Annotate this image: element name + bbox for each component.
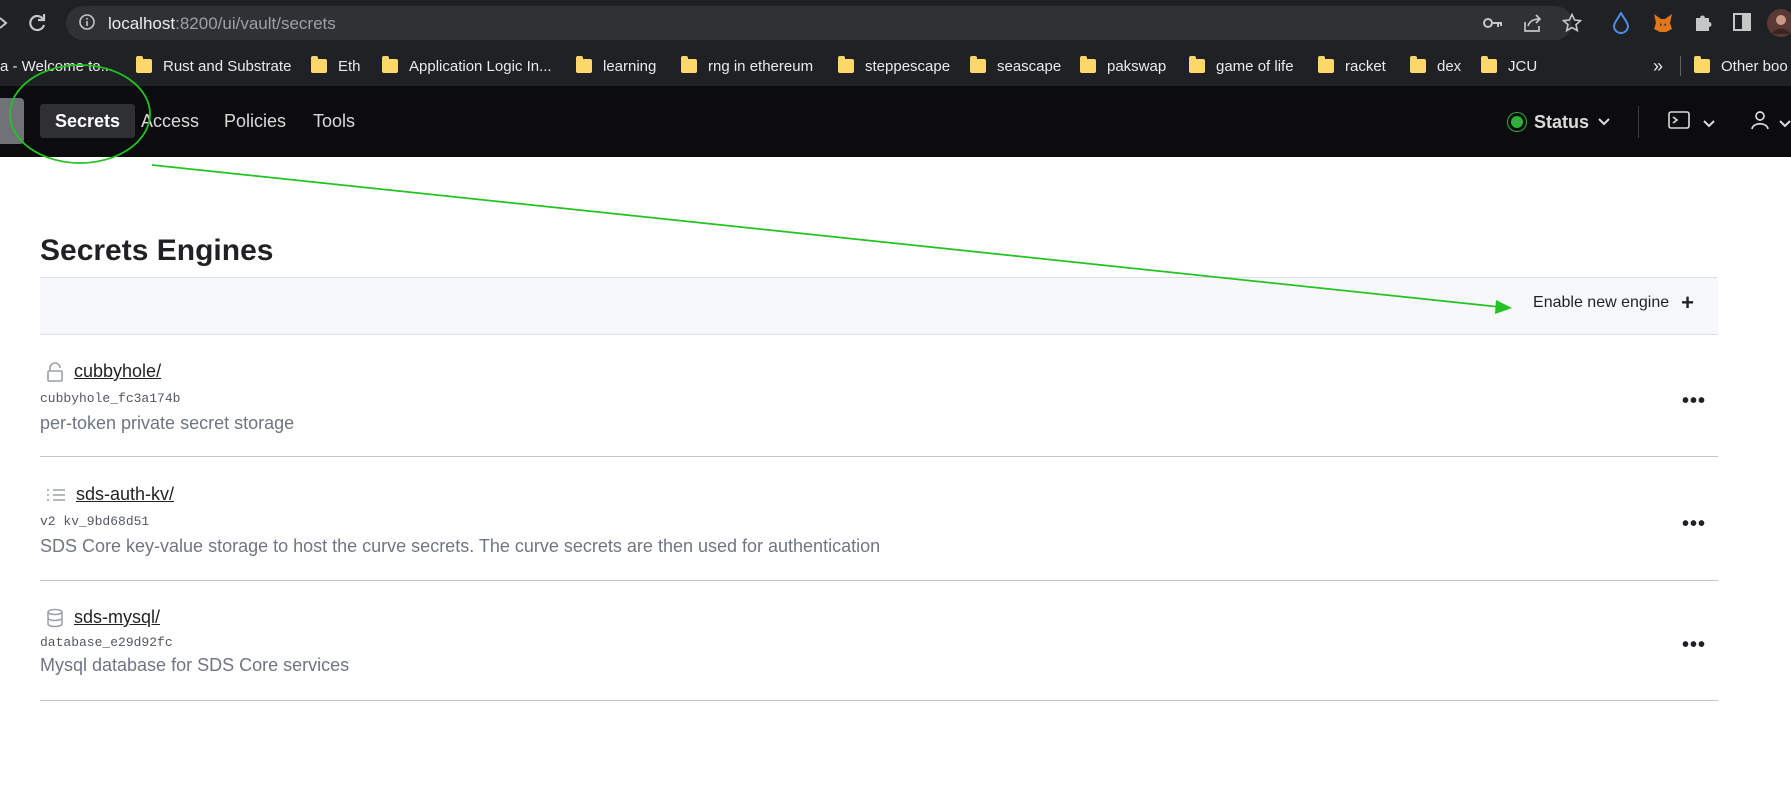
enable-label: Enable new engine [1533,294,1670,311]
nav-secrets[interactable]: Secrets [40,104,136,138]
bookmark-label: rng in ethereum [708,57,814,75]
status-ok-icon [1508,113,1526,131]
nav-tools[interactable]: Tools [298,104,370,138]
engine-accessor: cubbyhole_fc3a174b [40,391,181,406]
droplet-extension-icon[interactable] [1612,10,1630,39]
key-icon[interactable] [1482,13,1504,38]
lock-icon [46,361,64,382]
engine-description: per-token private secret storage [40,413,295,433]
bookmark-folder[interactable]: seascape [970,55,1061,77]
metamask-fox-icon[interactable] [1652,12,1674,39]
forward-icon[interactable] [0,12,10,34]
bookmark-folder[interactable]: Eth [311,55,361,77]
engine-path-link[interactable]: sds-auth-kv/ [76,484,174,505]
bookmark-folder[interactable]: learning [576,55,656,77]
address-bar[interactable]: localhost:8200/ui/vault/secrets [66,6,1583,40]
bookmark-label: Rust and Substrate [163,57,292,75]
more-actions-button[interactable]: ••• [1682,635,1706,655]
user-icon[interactable] [1750,110,1770,135]
more-actions-button[interactable]: ••• [1682,391,1706,411]
url-text: localhost:8200/ui/vault/secrets [108,14,336,34]
bookmark-label: game of life [1216,57,1294,75]
folder-icon [1189,56,1205,73]
console-icon[interactable] [1668,110,1690,135]
url-host: localhost [108,14,176,33]
vault-logo[interactable] [0,98,24,144]
folder-icon [681,56,697,73]
folder-icon [576,56,592,73]
header-divider [1638,106,1639,138]
chevron-down-icon[interactable] [1778,116,1791,134]
folder-icon [136,56,152,73]
engine-path-link[interactable]: cubbyhole/ [74,361,161,382]
engine-description: Mysql database for SDS Core services [40,655,350,675]
folder-icon [970,56,986,73]
engine-row-cubbyhole: cubbyhole/ cubbyhole_fc3a174b per-token … [40,334,1718,457]
nav-access[interactable]: Access [126,104,214,138]
side-panel-icon[interactable] [1732,12,1752,37]
folder-icon [1481,56,1497,73]
bookmark-label: pakswap [1107,57,1167,75]
bookmark-label: Other boo [1721,57,1788,75]
vault-header: Secrets Access Policies Tools Status [0,86,1791,157]
bookmark-folder[interactable]: Application Logic In... [382,55,552,77]
bookmarks-divider [1680,56,1681,76]
bookmark-label: JCU [1508,57,1538,75]
url-path: :8200/ui/vault/secrets [175,14,336,33]
engine-row-sds-mysql: sds-mysql/ database_e29d92fc Mysql datab… [40,581,1718,701]
bookmark-folder[interactable]: Rust and Substrate [136,55,291,77]
folder-icon [1694,56,1710,73]
bookmark-label: learning [603,57,657,75]
other-bookmarks-folder[interactable]: Other boo [1694,55,1788,77]
profile-avatar-icon[interactable] [1766,8,1791,43]
share-icon[interactable] [1522,13,1544,38]
bookmark-label: steppescape [865,57,951,75]
bookmark-folder[interactable]: steppescape [838,55,950,77]
bookmark-label: Application Logic In... [409,57,552,75]
more-actions-button[interactable]: ••• [1682,514,1706,534]
folder-icon [1318,56,1334,73]
plus-icon: + [1681,290,1694,315]
folder-icon [311,56,327,73]
nav-policies[interactable]: Policies [209,104,301,138]
bookmark-folder[interactable]: JCU [1481,55,1537,77]
bookmarks-overflow-button[interactable]: » [1653,55,1663,77]
folder-icon [838,56,854,73]
enable-new-engine-button[interactable]: Enable new engine + [1533,290,1694,315]
bookmark-folder[interactable]: game of life [1189,55,1294,77]
page-title: Secrets Engines [40,234,274,267]
browser-toolbar: localhost:8200/ui/vault/secrets [0,0,1791,46]
chevron-down-icon[interactable] [1702,116,1716,134]
status-label: Status [1534,111,1590,132]
bookmark-label: seascape [997,57,1062,75]
status-menu-button[interactable]: Status [1508,110,1611,134]
site-info-icon[interactable] [78,13,96,36]
bookmarks-bar: a - Welcome to... Rust and Substrate Eth… [0,46,1791,87]
reload-icon[interactable] [26,12,48,34]
bookmark-label: dex [1437,57,1462,75]
engine-accessor: database_e29d92fc [40,635,173,650]
engine-path-link[interactable]: sds-mysql/ [74,607,160,628]
engine-description: SDS Core key-value storage to host the c… [40,536,881,556]
engine-row-sds-auth-kv: sds-auth-kv/ v2 kv_9bd68d51 SDS Core key… [40,457,1718,581]
engine-accessor: v2 kv_9bd68d51 [40,514,150,529]
database-icon [46,608,64,628]
folder-icon [1410,56,1426,73]
bookmark-folder[interactable]: rng in ethereum [681,55,813,77]
bookmark-label: Eth [338,57,361,75]
puzzle-extensions-icon[interactable] [1692,12,1714,39]
bookmark-item[interactable]: a - Welcome to... [0,55,113,77]
star-icon[interactable] [1561,12,1583,38]
bookmark-folder[interactable]: racket [1318,55,1386,77]
secrets-toolbar: Enable new engine + [40,277,1718,335]
bookmark-label: a - Welcome to... [0,57,114,75]
folder-icon [382,56,398,73]
list-icon [46,487,66,503]
folder-icon [1080,56,1096,73]
bookmark-folder[interactable]: dex [1410,55,1461,77]
bookmark-folder[interactable]: pakswap [1080,55,1166,77]
chevron-down-icon [1597,117,1611,127]
bookmark-label: racket [1345,57,1386,75]
